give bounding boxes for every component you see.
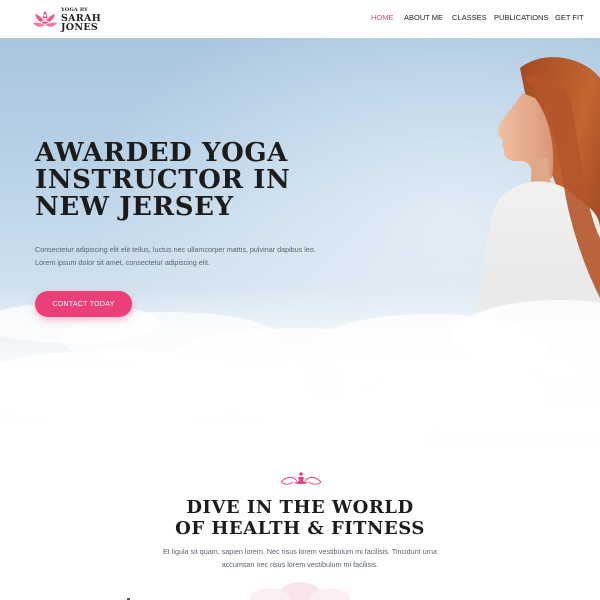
nav-item-about-me[interactable]: ABOUT ME [404,13,443,22]
hero-title: AWARDED YOGA INSTRUCTOR IN NEW JERSEY [35,138,291,222]
lotus-meditation-icon [33,10,57,27]
section-description: Et ligula sit quam, sapien lorem. Nec ri… [162,547,438,569]
nav-item-publications[interactable]: PUBLICATIONS [494,13,548,22]
nav-item-home[interactable]: HOME [371,13,394,22]
section-title: DIVE IN THE WORLD OF HEALTH & FITNESS [175,497,425,539]
nav-item-get-fit[interactable]: GET FIT [555,13,584,22]
lotus-ornament-icon [280,472,322,485]
site-logo[interactable]: YOGA BY SARAH JONES [32,6,112,33]
contact-today-button[interactable]: CONTACT TODAY [35,291,132,317]
hero-background-image [0,38,600,448]
logo-name-line2: JONES [61,21,99,33]
lotus-watermark-icon [250,582,350,600]
site-header: YOGA BY SARAH JONES HOME ABOUT ME CLASSE… [0,0,600,38]
logo-text: YOGA BY SARAH JONES [61,6,101,33]
hero-description: Consectetur adipiscing elit elit tellus,… [35,245,316,267]
logo-top-text: YOGA BY [61,6,88,13]
nav-item-classes[interactable]: CLASSES [452,13,487,22]
hero-section: AWARDED YOGA INSTRUCTOR IN NEW JERSEY Co… [0,38,600,448]
